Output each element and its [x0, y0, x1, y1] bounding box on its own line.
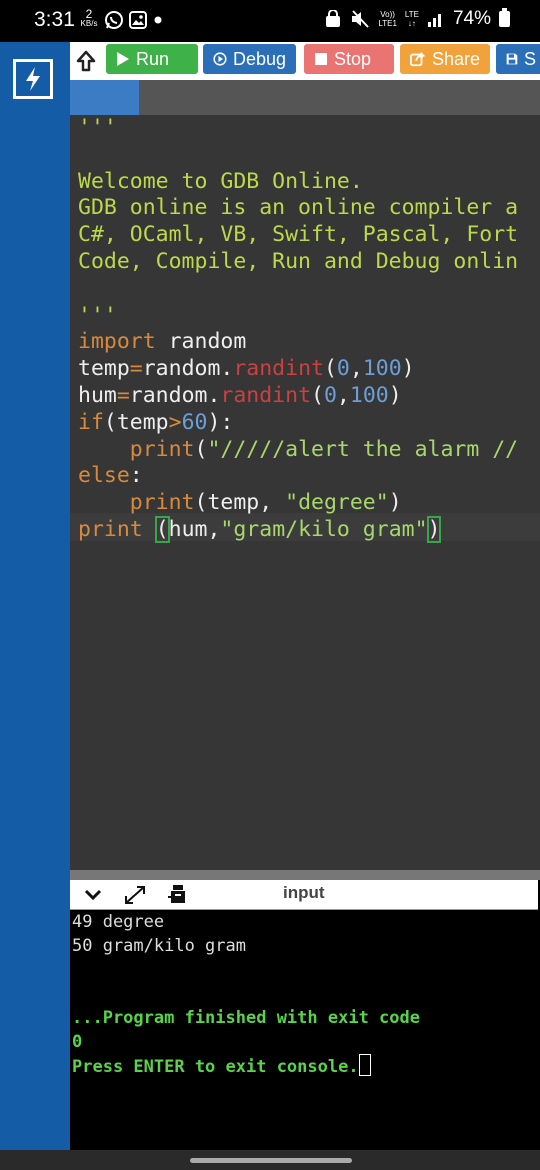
volte-indicator: Vo)) LTE1 [378, 10, 397, 28]
code-token: print [78, 516, 143, 542]
code-token: ) [401, 356, 415, 382]
code-token: 60 [181, 409, 208, 435]
code-token: ( [323, 356, 337, 382]
code-token: random [155, 329, 247, 355]
expand-icon[interactable] [124, 885, 146, 905]
code-token: 100 [349, 382, 389, 408]
code-token: : [129, 463, 143, 489]
console-output[interactable]: 49 degree 50 gram/kilo gram ...Program f… [70, 910, 540, 1150]
network-type: LTE ↓↑ [404, 10, 419, 28]
code-token: "degree" [285, 490, 389, 516]
code-token: , [336, 382, 350, 408]
left-sidebar [0, 42, 70, 1150]
bolt-icon [26, 67, 40, 91]
code-token: temp [116, 409, 169, 435]
code-token: print [129, 490, 195, 516]
code-token: ): [207, 409, 234, 435]
code-token: hum [78, 382, 117, 408]
play-circle-icon [213, 52, 227, 66]
clear-console-icon[interactable] [167, 883, 187, 905]
code-token: randint [233, 356, 324, 382]
code-token: if [78, 409, 104, 435]
code-token: ) [388, 490, 402, 516]
comment-close: ''' [78, 302, 117, 328]
status-right: Vo)) LTE1 LTE ↓↑ 74% [324, 8, 510, 30]
battery-level: 74% [452, 8, 491, 29]
home-gesture-handle[interactable] [190, 1158, 352, 1163]
file-tab-strip [70, 80, 540, 115]
menu-bolt-button[interactable] [13, 59, 53, 99]
code-token: , [349, 356, 363, 382]
code-text[interactable]: ''' Welcome to GDB Online. GDB online is… [78, 115, 518, 544]
notification-dot-icon [154, 16, 162, 24]
code-token: print [129, 436, 195, 462]
code-editor[interactable]: ''' Welcome to GDB Online. GDB online is… [70, 115, 540, 870]
save-icon [506, 53, 518, 65]
active-file-tab[interactable] [70, 80, 139, 115]
status-time: 3:31 [34, 8, 75, 31]
code-token: = [129, 356, 143, 382]
toolbar: Run Debug Stop Share S [70, 42, 540, 80]
code-token: else [78, 463, 130, 489]
comment-line: C#, OCaml, VB, Swift, Pascal, Fort [78, 222, 519, 248]
code-token: "/////alert the alarm // [207, 436, 519, 462]
code-token: temp [78, 356, 130, 382]
comment-line: GDB online is an online compiler a [78, 195, 519, 221]
share-icon [410, 52, 426, 67]
matching-bracket: ) [426, 515, 442, 543]
code-token: 0 [323, 382, 337, 408]
run-button[interactable]: Run [106, 44, 198, 74]
code-token: ) [388, 382, 402, 408]
code-token: ( [194, 436, 208, 462]
terminal-cursor [358, 1054, 371, 1076]
debug-button[interactable]: Debug [203, 44, 296, 74]
code-token: 0 [336, 356, 350, 382]
matching-bracket: ( [154, 515, 170, 543]
code-token: "gram/kilo gram" [220, 516, 428, 542]
share-button[interactable]: Share [400, 44, 490, 74]
data-speed: 2 KB/s [80, 7, 98, 28]
upload-icon[interactable] [76, 50, 96, 72]
code-token: hum, [168, 516, 221, 542]
code-token: > [168, 409, 182, 435]
console-tab-input[interactable]: input [283, 883, 325, 903]
exit-code: 0 [72, 1032, 83, 1052]
code-token: 100 [362, 356, 402, 382]
gallery-icon [129, 11, 147, 29]
code-token: ( [311, 382, 324, 408]
comment-open: ''' [78, 115, 117, 140]
code-token: import [78, 329, 156, 355]
finished-message: ...Program finished with exit code [72, 1008, 420, 1028]
battery-icon [499, 8, 510, 27]
code-token: random. [129, 382, 221, 408]
console-header: input [70, 880, 538, 910]
code-token: ( [103, 409, 117, 435]
comment-line: Code, Compile, Run and Debug onlin [78, 248, 519, 274]
press-enter-message: Press ENTER to exit console. [72, 1057, 359, 1077]
save-button[interactable]: S [496, 44, 540, 74]
play-icon [117, 52, 129, 66]
whatsapp-icon [105, 11, 123, 29]
comment-line: Welcome to GDB Online. [78, 168, 363, 194]
chevron-down-icon[interactable] [84, 888, 102, 902]
code-token: random. [142, 356, 234, 382]
output-line: 49 degree [72, 912, 165, 932]
mute-icon [352, 10, 370, 28]
signal-icon [427, 14, 441, 27]
code-token: randint [220, 382, 312, 408]
pane-divider[interactable] [70, 870, 540, 880]
stop-icon [315, 53, 327, 65]
system-navigation-bar [0, 1150, 540, 1170]
lock-icon [326, 10, 341, 27]
stop-button[interactable]: Stop [304, 44, 394, 74]
code-token: (temp, [194, 490, 286, 516]
output-line: 50 gram/kilo gram [72, 936, 246, 956]
status-bar: 3:31 2 KB/s Vo)) LTE1 LTE ↓↑ 74% [0, 0, 540, 42]
code-token: = [116, 382, 130, 408]
